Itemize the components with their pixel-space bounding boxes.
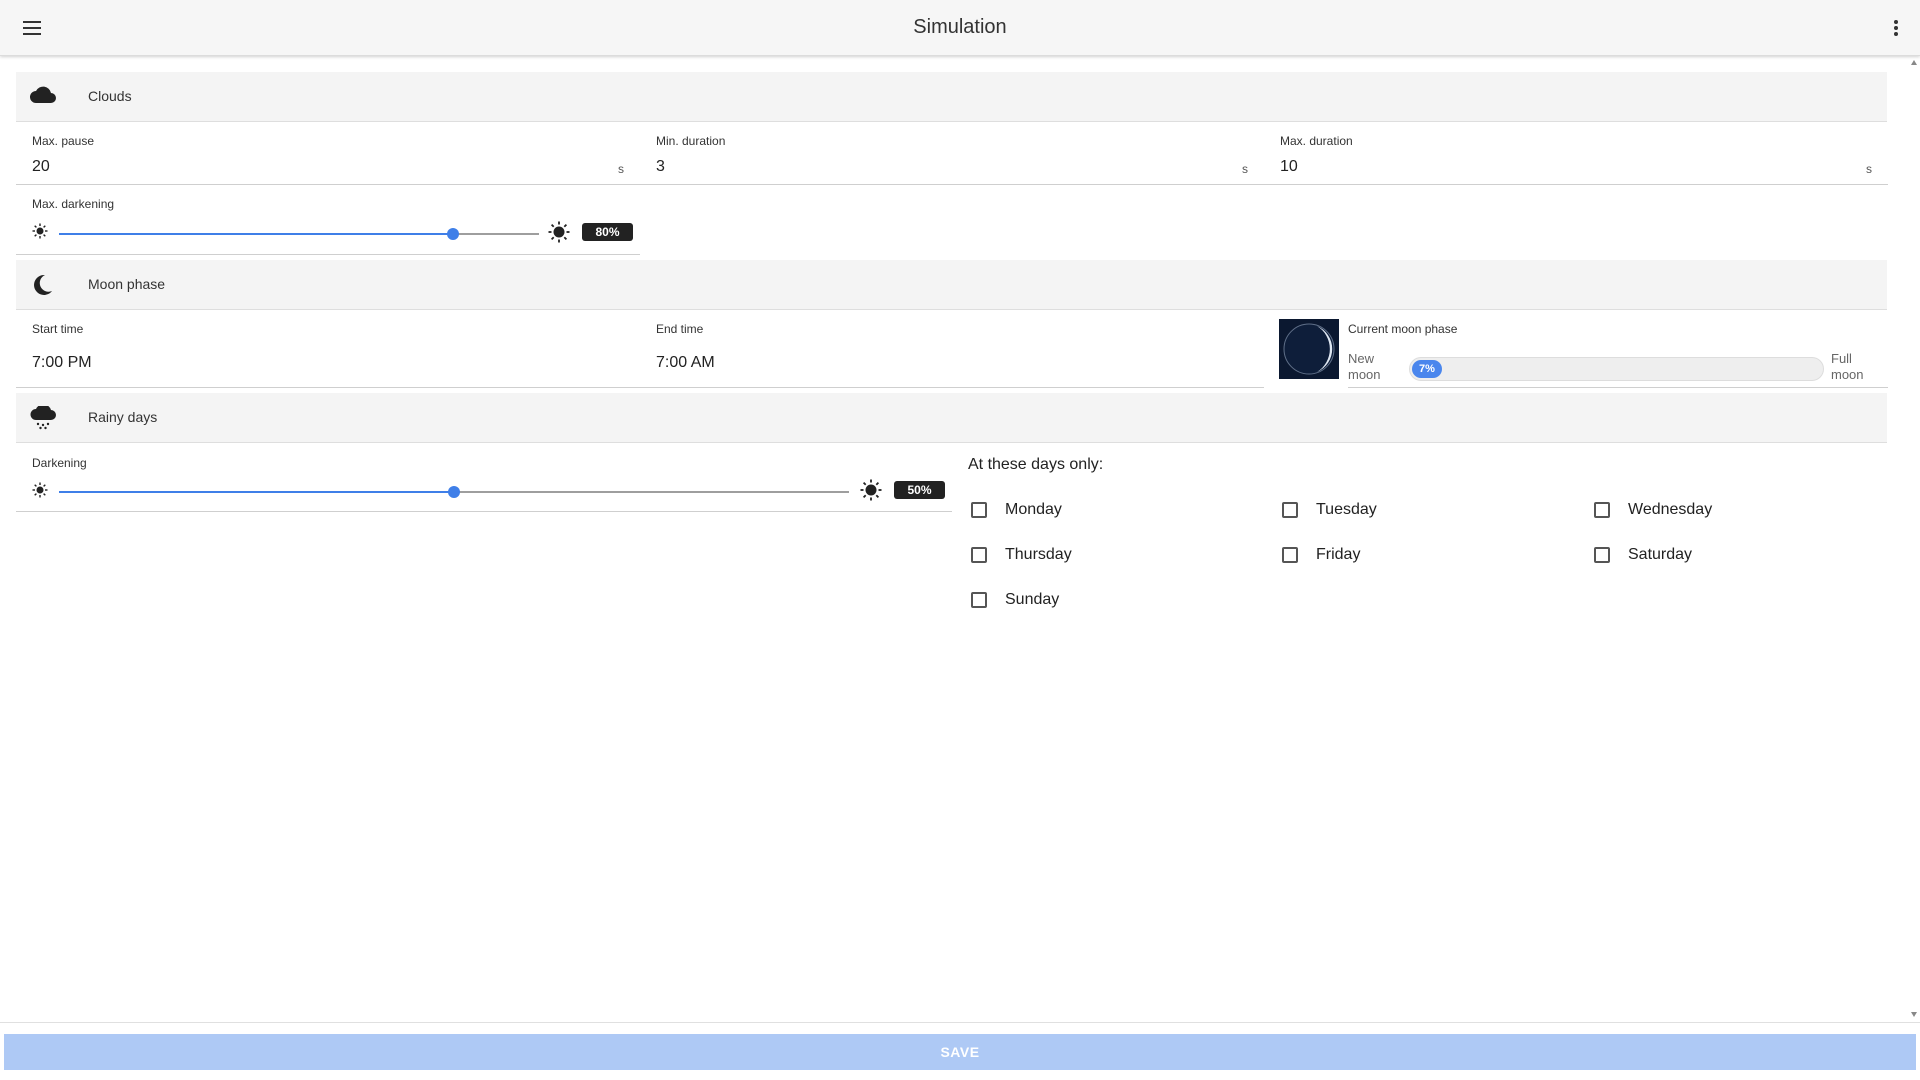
- start-time-field[interactable]: Start time 7:00 PM: [16, 322, 640, 388]
- unit-label: s: [618, 162, 624, 176]
- checkbox-box[interactable]: [1282, 547, 1298, 563]
- max-pause-input[interactable]: 20: [32, 158, 50, 176]
- moon-phase-image: [1279, 319, 1339, 379]
- rain-cloud-icon: [30, 404, 58, 430]
- checkbox-tuesday[interactable]: Tuesday: [1282, 498, 1377, 522]
- sun-small-icon: [32, 223, 48, 244]
- scroll-down-arrow-icon[interactable]: [1911, 1012, 1917, 1017]
- scroll-up-arrow-icon[interactable]: [1911, 60, 1917, 65]
- new-moon-label-line1: New: [1348, 351, 1375, 366]
- checkbox-label: Monday: [1005, 501, 1062, 518]
- unit-label: s: [1866, 162, 1872, 176]
- end-time-input[interactable]: 7:00 AM: [656, 354, 715, 372]
- section-title: Clouds: [88, 88, 132, 104]
- checkbox-wednesday[interactable]: Wednesday: [1594, 498, 1712, 522]
- darkening-value-badge: 50%: [894, 481, 945, 499]
- checkbox-box[interactable]: [971, 502, 987, 518]
- full-moon-label-line1: Full: [1831, 351, 1852, 366]
- field-label: Max. pause: [32, 134, 95, 148]
- checkbox-box[interactable]: [971, 547, 987, 563]
- section-clouds: Clouds: [16, 72, 1887, 122]
- field-label: End time: [656, 322, 704, 336]
- max-darkening-value-badge: 80%: [582, 223, 633, 241]
- checkbox-label: Thursday: [1005, 546, 1072, 563]
- section-title: Rainy days: [88, 409, 158, 425]
- moon-phase-progress-bar: 7%: [1409, 357, 1824, 381]
- cloud-icon: [30, 85, 58, 109]
- checkbox-saturday[interactable]: Saturday: [1594, 543, 1692, 567]
- field-label: Current moon phase: [1348, 322, 1458, 336]
- end-time-field[interactable]: End time 7:00 AM: [640, 322, 1264, 388]
- max-darkening-field: Max. darkening 80%: [16, 197, 640, 255]
- checkbox-sunday[interactable]: Sunday: [971, 588, 1059, 612]
- section-title: Moon phase: [88, 276, 166, 292]
- section-moon-phase: Moon phase: [16, 260, 1887, 310]
- save-button[interactable]: SAVE: [4, 1034, 1916, 1070]
- checkbox-label: Friday: [1316, 546, 1361, 563]
- moon-phase-progress-fill: 7%: [1412, 360, 1442, 378]
- slider-fill: [59, 233, 453, 235]
- checkbox-box[interactable]: [1594, 502, 1610, 518]
- checkbox-label: Wednesday: [1628, 501, 1713, 518]
- checkbox-friday[interactable]: Friday: [1282, 543, 1360, 567]
- checkbox-box[interactable]: [1594, 547, 1610, 563]
- checkbox-label: Tuesday: [1316, 501, 1377, 518]
- page-title: Simulation: [913, 16, 1007, 38]
- slider-fill: [59, 491, 454, 493]
- checkbox-label: Sunday: [1005, 591, 1060, 608]
- crescent-moon-icon: [30, 273, 58, 297]
- field-label: Min. duration: [656, 134, 726, 148]
- slider-thumb[interactable]: [448, 486, 460, 498]
- section-rainy-days: Rainy days: [16, 393, 1887, 443]
- footer-divider: [0, 1022, 1920, 1023]
- days-filter-label: At these days only:: [968, 456, 1104, 473]
- field-label: Max. darkening: [32, 197, 115, 211]
- field-label: Darkening: [32, 456, 87, 470]
- start-time-input[interactable]: 7:00 PM: [32, 354, 92, 372]
- slider-thumb[interactable]: [447, 228, 459, 240]
- min-duration-field[interactable]: Min. duration 3 s: [640, 134, 1264, 185]
- max-duration-input[interactable]: 10: [1280, 158, 1298, 176]
- full-moon-label: Full moon: [1831, 351, 1864, 383]
- app-bar: Simulation: [0, 0, 1920, 56]
- unit-label: s: [1242, 162, 1248, 176]
- sun-small-icon: [32, 482, 48, 503]
- new-moon-label-line2: moon: [1348, 367, 1381, 382]
- darkening-slider[interactable]: [59, 486, 849, 498]
- scrollbar[interactable]: [1908, 56, 1920, 1022]
- max-pause-field[interactable]: Max. pause 20 s: [16, 134, 640, 185]
- field-label: Start time: [32, 322, 84, 336]
- more-vert-icon[interactable]: [1880, 12, 1912, 44]
- checkbox-label: Saturday: [1628, 546, 1693, 563]
- checkbox-monday[interactable]: Monday: [971, 498, 1062, 522]
- sun-large-icon: [548, 221, 570, 248]
- max-duration-field[interactable]: Max. duration 10 s: [1264, 134, 1888, 185]
- full-moon-label-line2: moon: [1831, 367, 1864, 382]
- new-moon-label: New moon: [1348, 351, 1381, 383]
- sun-large-icon: [860, 479, 882, 506]
- checkbox-thursday[interactable]: Thursday: [971, 543, 1072, 567]
- checkbox-box[interactable]: [1282, 502, 1298, 518]
- min-duration-input[interactable]: 3: [656, 158, 665, 176]
- max-darkening-slider[interactable]: [59, 228, 539, 240]
- darkening-field: Darkening 50%: [16, 456, 952, 512]
- field-label: Max. duration: [1280, 134, 1353, 148]
- checkbox-box[interactable]: [971, 592, 987, 608]
